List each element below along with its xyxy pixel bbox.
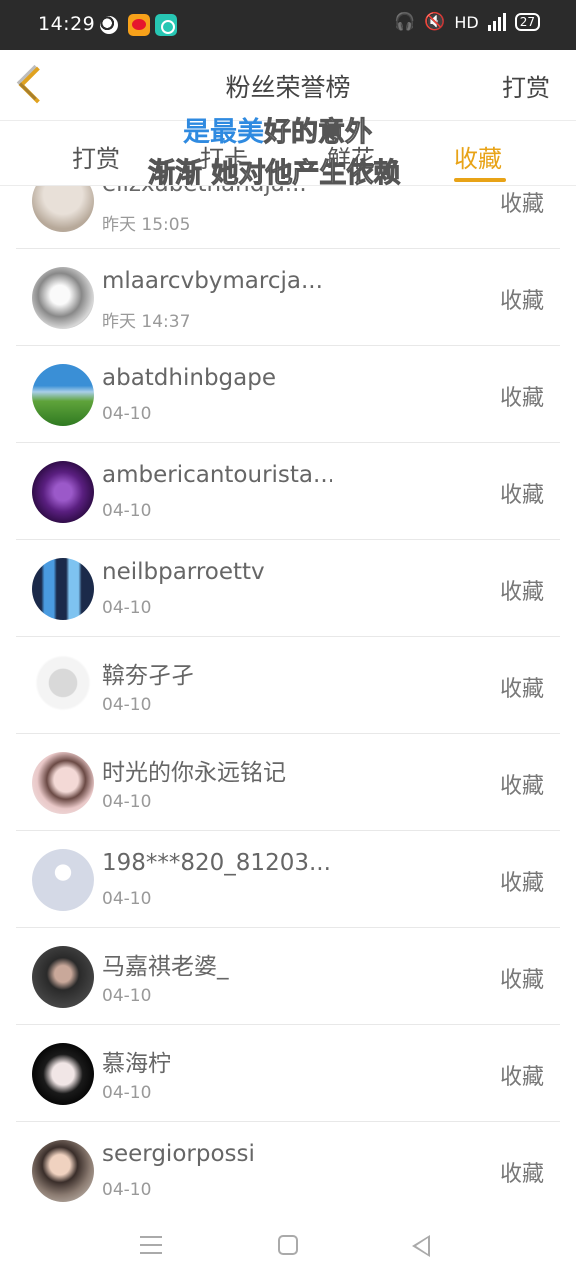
mute-icon: 🔇 (424, 12, 446, 32)
item-time: 04-10 (102, 501, 152, 521)
avatar (32, 1140, 94, 1202)
list-item[interactable]: 鞥夯孑孑 04-10 收藏 (16, 637, 560, 734)
item-time: 04-10 (102, 404, 152, 424)
app-icon (155, 14, 177, 36)
user-name: 慕海柠 (102, 1051, 171, 1077)
list-item[interactable]: 198***820_81203... 04-10 收藏 (16, 831, 560, 928)
fan-list[interactable]: elizxabethandja... 昨天 15:05 收藏 mlaarcvby… (0, 186, 576, 1216)
list-item[interactable]: elizxabethandja... 昨天 15:05 收藏 (16, 186, 560, 249)
tab-bar: 打赏 打卡 鲜花 收藏 (0, 120, 576, 186)
home-icon[interactable] (278, 1235, 298, 1255)
avatar (32, 1043, 94, 1105)
avatar (32, 849, 94, 911)
avatar (32, 558, 94, 620)
user-name: neilbparroettv (102, 559, 265, 585)
tab-flowers[interactable]: 鲜花 (327, 139, 375, 174)
tab-active-indicator (454, 178, 506, 182)
menu-icon[interactable] (140, 1236, 162, 1254)
back-icon[interactable] (412, 1235, 430, 1257)
favorite-label: 收藏 (499, 871, 544, 896)
list-item[interactable]: neilbparroettv 04-10 收藏 (16, 540, 560, 637)
favorite-label: 收藏 (499, 774, 544, 799)
user-name: 时光的你永远铭记 (102, 760, 286, 786)
status-time: 14:29 (38, 13, 96, 35)
user-name: 198***820_81203... (102, 850, 331, 876)
app-header: 粉丝荣誉榜 打赏 (0, 50, 576, 120)
avatar (32, 752, 94, 814)
network-label: HD (454, 12, 479, 32)
favorite-label: 收藏 (499, 968, 544, 993)
avatar (32, 186, 94, 232)
status-right: 🎧 🔇 HD 27 (394, 12, 540, 32)
user-name: elizxabethandja... (102, 186, 307, 197)
item-time: 04-10 (102, 986, 152, 1006)
avatar (32, 364, 94, 426)
system-nav-bar (0, 1216, 576, 1280)
favorite-label: 收藏 (499, 192, 544, 217)
list-item[interactable]: 时光的你永远铭记 04-10 收藏 (16, 734, 560, 831)
tab-favorites[interactable]: 收藏 (454, 139, 502, 174)
list-item[interactable]: 慕海柠 04-10 收藏 (16, 1025, 560, 1122)
tab-tip[interactable]: 打赏 (72, 139, 120, 174)
avatar (32, 946, 94, 1008)
item-time: 昨天 15:05 (102, 215, 191, 235)
item-time: 昨天 14:37 (102, 312, 191, 332)
favorite-label: 收藏 (499, 386, 544, 411)
favorite-label: 收藏 (499, 1162, 544, 1187)
item-time: 04-10 (102, 1083, 152, 1103)
user-name: abatdhinbgape (102, 365, 276, 391)
favorite-label: 收藏 (499, 677, 544, 702)
user-name: seergiorpossi (102, 1141, 255, 1167)
battery-icon: 27 (514, 13, 540, 31)
favorite-label: 收藏 (499, 580, 544, 605)
globe-icon (100, 16, 118, 34)
favorite-label: 收藏 (499, 483, 544, 508)
tip-button[interactable]: 打赏 (502, 68, 550, 103)
status-bar: 14:29 🎧 🔇 HD 27 (0, 0, 576, 50)
list-item[interactable]: 马嘉祺老婆_ 04-10 收藏 (16, 928, 560, 1025)
list-item[interactable]: abatdhinbgape 04-10 收藏 (16, 346, 560, 443)
item-time: 04-10 (102, 695, 152, 715)
list-item[interactable]: ambericantourista... 04-10 收藏 (16, 443, 560, 540)
avatar (32, 461, 94, 523)
signal-icon (487, 13, 506, 31)
favorite-label: 收藏 (499, 1065, 544, 1090)
tab-checkin[interactable]: 打卡 (200, 139, 248, 174)
headphones-icon: 🎧 (394, 12, 416, 32)
page-title: 粉丝荣誉榜 (225, 73, 351, 102)
user-name: 鞥夯孑孑 (102, 663, 194, 689)
list-item[interactable]: seergiorpossi 04-10 收藏 (16, 1122, 560, 1216)
avatar (32, 655, 94, 717)
avatar (32, 267, 94, 329)
item-time: 04-10 (102, 598, 152, 618)
user-name: ambericantourista... (102, 462, 332, 488)
item-time: 04-10 (102, 1180, 152, 1200)
user-name: 马嘉祺老婆_ (102, 954, 229, 980)
list-item[interactable]: mlaarcvbymarcja... 昨天 14:37 收藏 (16, 249, 560, 346)
user-name: mlaarcvbymarcja... (102, 268, 323, 294)
weibo-icon (128, 14, 150, 36)
item-time: 04-10 (102, 792, 152, 812)
item-time: 04-10 (102, 889, 152, 909)
favorite-label: 收藏 (499, 289, 544, 314)
